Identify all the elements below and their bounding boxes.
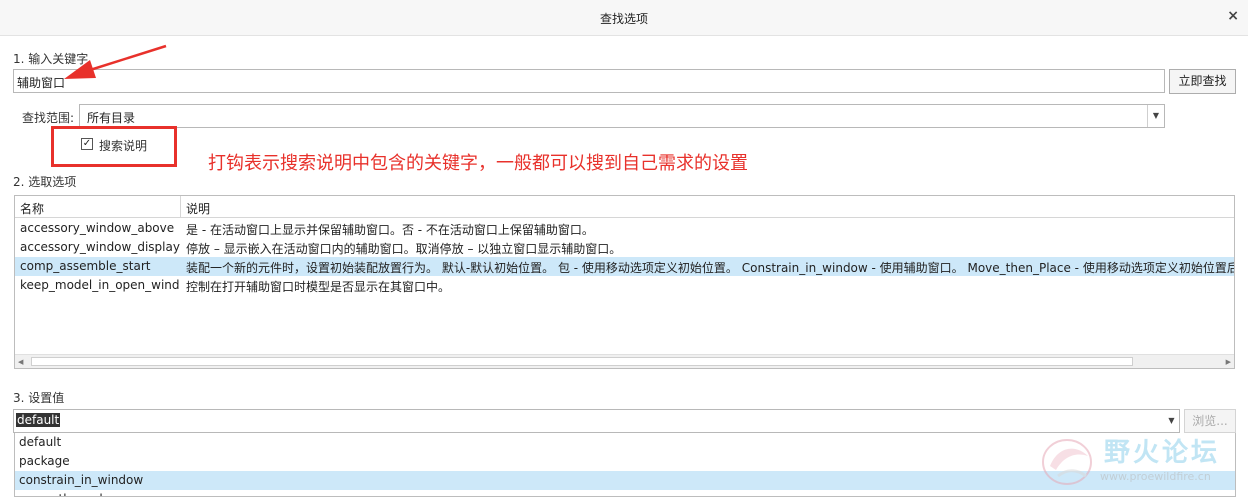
row-name: keep_model_in_open_window bbox=[20, 278, 180, 292]
search-desc-label: 搜索说明 bbox=[99, 139, 148, 153]
table-row[interactable]: accessory_window_display 停放 – 显示嵌入在活动窗口内… bbox=[15, 238, 1234, 257]
step3-label: 3. 设置值 bbox=[13, 391, 65, 405]
chevron-down-icon[interactable]: ▼ bbox=[1164, 410, 1179, 432]
watermark-url: www.proewildfire.cn bbox=[1100, 470, 1211, 483]
close-icon[interactable]: × bbox=[1227, 8, 1239, 24]
keyword-input[interactable]: 辅助窗口 bbox=[13, 69, 1165, 93]
scroll-left-icon[interactable]: ◀ bbox=[18, 358, 23, 366]
watermark-text: 野火论坛 bbox=[1104, 438, 1221, 468]
annotation-arrow-icon bbox=[64, 44, 167, 79]
options-table: 名称 说明 accessory_window_above 是 - 在活动窗口上显… bbox=[14, 195, 1235, 369]
column-divider bbox=[180, 196, 181, 218]
table-row-selected[interactable]: comp_assemble_start 装配一个新的元件时，设置初始装配放置行为… bbox=[15, 257, 1234, 276]
dialog-title: 查找选项 bbox=[599, 12, 648, 26]
row-name: comp_assemble_start bbox=[20, 259, 151, 273]
value-text: default bbox=[16, 413, 61, 427]
column-header-desc[interactable]: 说明 bbox=[186, 200, 210, 217]
scope-label: 查找范围: bbox=[22, 111, 75, 125]
scope-select[interactable]: 所有目录 ▼ bbox=[79, 104, 1165, 128]
row-name: accessory_window_display bbox=[20, 240, 180, 254]
scroll-right-icon[interactable]: ▶ bbox=[1226, 358, 1231, 366]
row-desc: 是 - 在活动窗口上显示并保留辅助窗口。否 - 不在活动窗口上保留辅助窗口。 bbox=[186, 223, 594, 237]
row-desc: 控制在打开辅助窗口时模型是否显示在其窗口中。 bbox=[186, 280, 451, 294]
table-header: 名称 说明 bbox=[15, 196, 1234, 218]
keyword-value: 辅助窗口 bbox=[17, 76, 66, 90]
row-name: accessory_window_above bbox=[20, 221, 175, 235]
scrollbar-thumb[interactable] bbox=[31, 357, 1133, 366]
column-header-name[interactable]: 名称 bbox=[20, 200, 180, 217]
horizontal-scrollbar[interactable]: ◀ ▶ bbox=[15, 354, 1234, 368]
chevron-down-icon[interactable]: ▼ bbox=[1147, 105, 1164, 127]
value-combobox[interactable]: default ▼ bbox=[13, 409, 1180, 433]
step2-label: 2. 选取选项 bbox=[13, 175, 77, 189]
search-desc-checkbox[interactable]: ✓ bbox=[81, 138, 93, 150]
row-desc: 停放 – 显示嵌入在活动窗口内的辅助窗口。取消停放 – 以独立窗口显示辅助窗口。 bbox=[186, 242, 622, 256]
scope-value: 所有目录 bbox=[87, 111, 136, 125]
table-row[interactable]: accessory_window_above 是 - 在活动窗口上显示并保留辅助… bbox=[15, 219, 1234, 238]
annotation-text: 打钩表示搜索说明中包含的关键字，一般都可以搜到自己需求的设置 bbox=[208, 153, 748, 174]
watermark-logo: 野火论坛 www.proewildfire.cn bbox=[1040, 430, 1240, 494]
row-desc: 装配一个新的元件时，设置初始装配放置行为。 默认-默认初始位置。 包 - 使用移… bbox=[186, 261, 1234, 275]
table-row[interactable]: keep_model_in_open_window 控制在打开辅助窗口时模型是否… bbox=[15, 276, 1234, 295]
search-now-button[interactable]: 立即查找 bbox=[1169, 69, 1236, 94]
watermark-bird-icon bbox=[1042, 439, 1092, 485]
